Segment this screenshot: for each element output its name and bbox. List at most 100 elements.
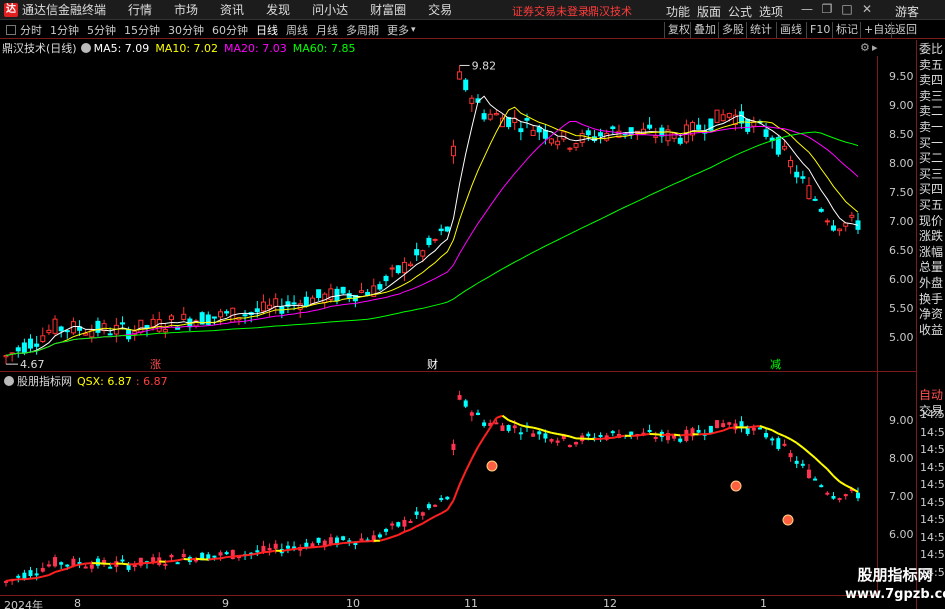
qsx-line-segment [655,433,662,436]
indicator-body [806,469,811,479]
biaoji-button[interactable]: 标记 [832,22,861,38]
indicator-body [396,522,401,527]
period-30min[interactable]: 30分钟 [168,22,204,38]
candle-body [573,143,579,148]
main-axis-tick-0: 9.50 [889,70,914,83]
indicator-chart[interactable] [0,390,877,595]
qsx-line-segment [808,451,816,459]
period-5min[interactable]: 5分钟 [87,22,116,38]
main-axis-tick-4: 7.50 [889,186,914,199]
minimize-icon[interactable]: — [800,2,814,16]
indicator-body [267,547,272,551]
menu-gongshi[interactable]: 公式 [728,3,752,20]
more-chevron-icon[interactable]: ▾ [411,25,416,35]
xaxis-label-year: 2024年 [4,599,43,609]
main-axis-tick-5: 7.00 [889,215,914,228]
qsx-line-segment [446,499,455,511]
period-daily[interactable]: 日线 [256,22,278,38]
sidebar-item-9: 买四 [918,182,943,197]
ma10-line [5,106,859,356]
period-15min[interactable]: 15分钟 [124,22,160,38]
sidebar-item-4: 卖二 [918,104,943,119]
candle-body [322,293,328,303]
menu-faxian[interactable]: 发现 [266,1,290,18]
candle-body [401,261,407,274]
collapse-icon[interactable]: ▸ [872,41,878,54]
period-more[interactable]: 更多 [387,22,409,38]
toolbar-checkbox[interactable] [6,24,16,35]
indicator-body [255,550,260,553]
candle-body [119,322,125,325]
sub-indicator-name: 股朋指标网 [17,375,72,388]
indicator-settings-icon[interactable] [80,43,91,53]
menu-banmian[interactable]: 版面 [697,3,721,20]
sub-axis-tick-0: 9.00 [889,414,914,427]
time-tick-1: 14:56 [920,425,945,439]
main-axis-tick-6: 6.50 [889,244,914,257]
qsx-line-segment [600,437,607,440]
close-icon[interactable]: ✕ [860,2,874,16]
indicator-body [163,563,168,566]
qsx-line-segment [177,557,184,562]
trade-login-notice[interactable]: 证券交易未登录 [512,3,589,19]
indicator-body [574,442,579,445]
qsx-line-segment [269,549,276,553]
period-1min[interactable]: 1分钟 [50,22,79,38]
candle-body [463,79,469,91]
candle-body [549,138,555,144]
panel-divider [0,371,917,372]
menu-caifuquan[interactable]: 财富圈 [370,1,406,18]
indicator-body [181,553,186,558]
indicator-body [751,427,756,431]
f10-button[interactable]: F10 [806,22,833,38]
fuquan-button[interactable]: 复权 [664,22,693,38]
qsx-line-segment [287,548,295,552]
indicator-body [16,575,21,578]
xaxis-label-jan: 1 [760,597,767,609]
candle-body [481,113,487,120]
back-button[interactable]: 返回 [891,22,920,38]
menu-hangqing[interactable]: 行情 [128,1,152,18]
period-weekly[interactable]: 周线 [286,22,308,38]
menu-jiaoyi[interactable]: 交易 [428,1,452,18]
candlestick-chart[interactable]: 9.82 4.67 涨 财 减 [0,56,877,371]
qsx-line-segment [232,554,240,558]
time-tick-6: 14:56 [920,513,945,526]
candle-body [408,263,414,267]
qsx-line-segment [814,457,822,465]
indicator-body [800,463,805,466]
candle-body [224,311,230,314]
candle-body [218,311,224,318]
diejia-button[interactable]: 叠加 [690,22,719,38]
indicator-body [175,562,180,565]
indicator-body [837,498,842,501]
app-logo-icon: 达 [4,2,18,17]
candle-body [506,117,512,128]
settings-gear-icon[interactable]: ⚙ [860,41,870,54]
period-monthly[interactable]: 月线 [316,22,338,38]
candle-body [487,113,493,120]
indicator-body [727,422,732,425]
auto-label[interactable]: 自动 [917,388,945,404]
high-price-label: 9.82 [472,59,497,72]
tongji-button[interactable]: 统计 [746,22,775,38]
menu-shichang[interactable]: 市场 [174,1,198,18]
period-60min[interactable]: 60分钟 [212,22,248,38]
sub-indicator-settings-icon[interactable] [4,376,14,386]
qsx-line-segment [753,424,761,428]
sidebar-item-13: 涨幅 [918,244,943,259]
qsx-line-segment [440,509,448,515]
menu-xuanxiang[interactable]: 选项 [759,3,783,20]
menu-wenxiaoda[interactable]: 问小达 [312,1,348,18]
signal-ball-icon-0 [486,460,498,472]
candle-body [763,129,769,137]
guest-label[interactable]: 游客 [895,3,919,20]
menu-gongneng[interactable]: 功能 [666,3,690,20]
period-fenshi[interactable]: 分时 [20,22,42,38]
huaxian-button[interactable]: 画线 [776,22,805,38]
restore-icon[interactable]: ❐ [820,2,834,16]
period-multi[interactable]: 多周期 [346,22,379,38]
duogu-button[interactable]: 多股 [718,22,747,38]
menu-zixun[interactable]: 资讯 [220,1,244,18]
maximize-icon[interactable]: □ [840,2,854,16]
